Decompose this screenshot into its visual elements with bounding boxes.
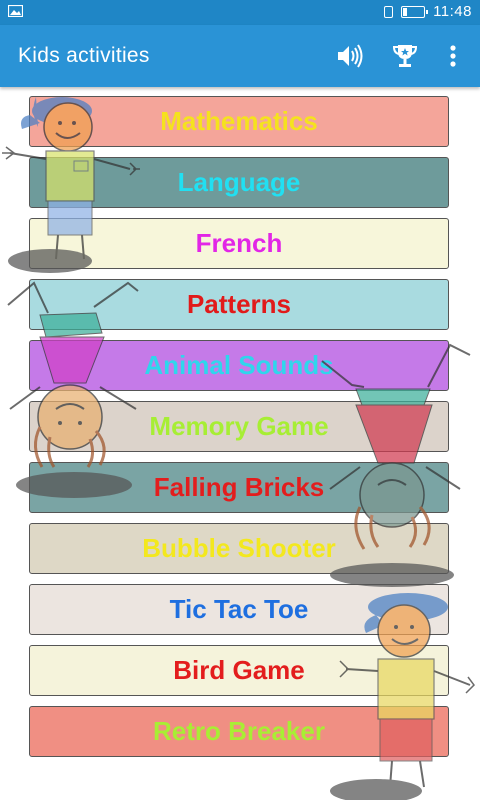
app-title: Kids activities bbox=[18, 44, 150, 67]
activity-memory-game[interactable]: Memory Game bbox=[29, 401, 449, 452]
activity-patterns[interactable]: Patterns bbox=[29, 279, 449, 330]
trophy-icon[interactable] bbox=[389, 40, 421, 72]
activity-bird-game[interactable]: Bird Game bbox=[29, 645, 449, 696]
activity-label: Language bbox=[177, 167, 301, 197]
activity-french[interactable]: French bbox=[29, 218, 449, 269]
activity-label: Retro Breaker bbox=[153, 716, 325, 746]
activity-language[interactable]: Language bbox=[29, 157, 449, 208]
activity-retro-breaker[interactable]: Retro Breaker bbox=[29, 706, 449, 757]
activity-label: Mathematics bbox=[160, 106, 318, 136]
activity-label: Patterns bbox=[186, 289, 292, 319]
activity-label: Bird Game bbox=[173, 655, 305, 685]
image-notification-icon bbox=[8, 5, 23, 17]
activity-bubble-shooter[interactable]: Bubble Shooter bbox=[29, 523, 449, 574]
sim-icon bbox=[384, 5, 394, 18]
activity-label: Falling Bricks bbox=[153, 472, 325, 502]
clock: 11:48 bbox=[433, 3, 472, 20]
activity-label: Animal Sounds bbox=[144, 350, 334, 380]
activity-falling-bricks[interactable]: Falling Bricks bbox=[29, 462, 449, 513]
overflow-menu-icon[interactable] bbox=[437, 40, 469, 72]
activity-label: Tic Tac Toe bbox=[169, 594, 309, 624]
app-toolbar: Kids activities bbox=[0, 25, 480, 87]
battery-icon bbox=[401, 5, 429, 18]
activity-label: Memory Game bbox=[149, 411, 329, 441]
activity-tic-tac-toe[interactable]: Tic Tac Toe bbox=[29, 584, 449, 635]
status-bar: 11:48 bbox=[0, 0, 480, 25]
activity-animal-sounds[interactable]: Animal Sounds bbox=[29, 340, 449, 391]
activity-label: French bbox=[195, 228, 283, 258]
activity-label: Bubble Shooter bbox=[142, 533, 336, 563]
activity-mathematics[interactable]: Mathematics bbox=[29, 96, 449, 147]
volume-icon[interactable] bbox=[333, 40, 365, 72]
activity-list: Mathematics Language French Patterns Ani… bbox=[0, 87, 480, 800]
